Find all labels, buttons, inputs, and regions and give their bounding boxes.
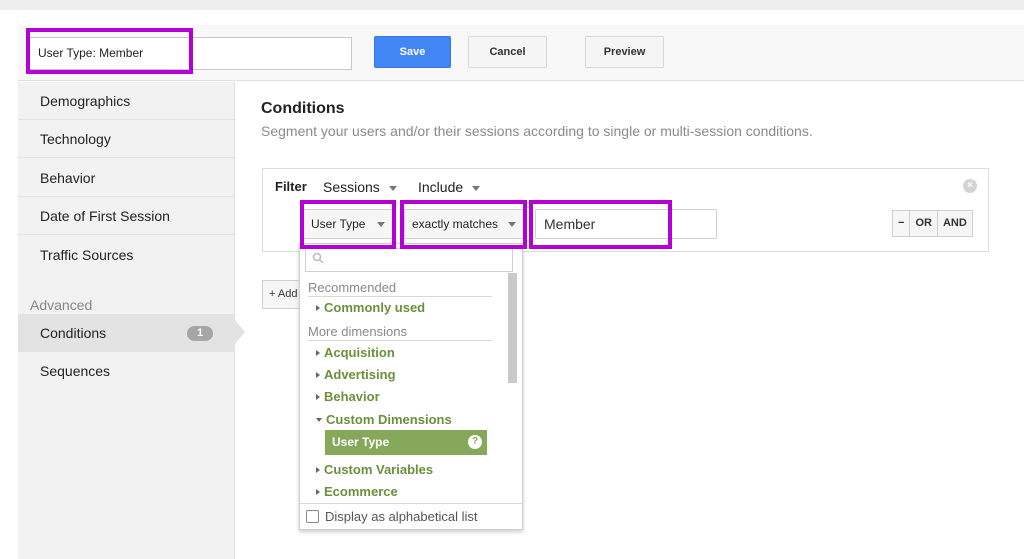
dimension-dropdown: Recommended Commonly used More dimension… (299, 243, 523, 530)
collapse-icon (316, 417, 322, 422)
sidebar-item-label: Conditions (40, 325, 107, 341)
sidebar-item-date-of-first-session[interactable]: Date of First Session (18, 197, 235, 235)
dimension-select-value: User Type (311, 217, 366, 231)
condition-value-input[interactable]: Member (535, 209, 717, 239)
dimension-group-label: Advertising (324, 367, 396, 382)
expand-icon (316, 393, 320, 400)
sidebar-item-behavior[interactable]: Behavior (18, 159, 235, 197)
help-icon[interactable]: ? (468, 435, 482, 449)
segment-sidebar: Demographics Technology Behavior Date of… (18, 82, 235, 559)
chevron-down-icon (388, 185, 397, 191)
alphabetical-list-checkbox[interactable] (306, 510, 319, 523)
expand-icon (316, 304, 320, 311)
save-button[interactable]: Save (374, 36, 451, 68)
dimension-option-user-type[interactable]: User Type ? (325, 430, 487, 455)
or-button[interactable]: OR (910, 211, 938, 236)
alphabetical-list-label: Display as alphabetical list (325, 509, 478, 524)
scope-dropdown[interactable]: Sessions (323, 179, 397, 195)
dimension-group-custom-dimensions[interactable]: Custom Dimensions (316, 412, 452, 427)
top-strip (0, 0, 1024, 10)
sidebar-item-demographics[interactable]: Demographics (18, 82, 235, 120)
dimension-select[interactable]: User Type (303, 209, 393, 239)
divider (308, 296, 492, 297)
segment-name-input[interactable]: User Type: Member (27, 37, 352, 70)
dimension-group-label: Custom Dimensions (326, 412, 452, 427)
include-dropdown-label: Include (418, 179, 464, 195)
remove-filter-icon[interactable]: × (963, 179, 977, 193)
sidebar-item-conditions[interactable]: Conditions 1 (18, 314, 235, 352)
active-item-pointer (235, 320, 245, 344)
sidebar-item-technology[interactable]: Technology (18, 120, 235, 158)
dimension-group-commonly-used[interactable]: Commonly used (316, 300, 425, 315)
dimension-group-behavior[interactable]: Behavior (316, 389, 380, 404)
dimension-group-label: Behavior (324, 389, 380, 404)
chevron-down-icon (472, 185, 481, 191)
page-subtitle: Segment your users and/or their sessions… (261, 123, 813, 139)
chevron-down-icon (377, 222, 385, 227)
page-title: Conditions (261, 100, 345, 117)
add-filter-button[interactable]: + Add Filter (262, 280, 302, 309)
expand-icon (316, 488, 320, 495)
dimension-group-acquisition[interactable]: Acquisition (316, 345, 395, 360)
chevron-down-icon (508, 222, 516, 227)
cancel-button[interactable]: Cancel (468, 36, 547, 68)
dropdown-footer: Display as alphabetical list (300, 503, 522, 529)
divider (308, 340, 492, 341)
expand-icon (316, 466, 320, 473)
dimension-option-label: User Type (332, 435, 390, 449)
dimension-group-advertising[interactable]: Advertising (316, 367, 396, 382)
dropdown-scrollbar[interactable] (508, 273, 517, 383)
advanced-section-label: Advanced (30, 297, 93, 313)
dimension-search-input[interactable] (305, 248, 513, 272)
include-dropdown[interactable]: Include (418, 179, 481, 195)
scope-dropdown-label: Sessions (323, 179, 380, 195)
dimension-group-ecommerce[interactable]: Ecommerce (316, 484, 398, 499)
dimension-group-label: Commonly used (324, 300, 426, 315)
filter-label: Filter (275, 179, 307, 194)
expand-icon (316, 349, 320, 356)
conditions-count-badge: 1 (187, 326, 213, 341)
section-recommended: Recommended (308, 280, 397, 295)
sidebar-item-traffic-sources[interactable]: Traffic Sources (18, 236, 235, 274)
preview-button[interactable]: Preview (585, 36, 664, 68)
dimension-group-label: Acquisition (324, 345, 395, 360)
dimension-group-custom-variables[interactable]: Custom Variables (316, 462, 433, 477)
expand-icon (316, 371, 320, 378)
operator-select[interactable]: exactly matches (404, 209, 524, 239)
operator-select-value: exactly matches (412, 217, 499, 231)
remove-condition-button[interactable]: − (893, 211, 911, 236)
dimension-group-label: Custom Variables (324, 462, 434, 477)
sidebar-item-sequences[interactable]: Sequences (18, 352, 235, 390)
search-icon (312, 252, 324, 264)
dimension-group-label: Ecommerce (324, 484, 398, 499)
condition-logic-buttons: − OR AND (892, 210, 973, 237)
and-button[interactable]: AND (938, 211, 972, 236)
section-more-dimensions: More dimensions (308, 324, 407, 339)
